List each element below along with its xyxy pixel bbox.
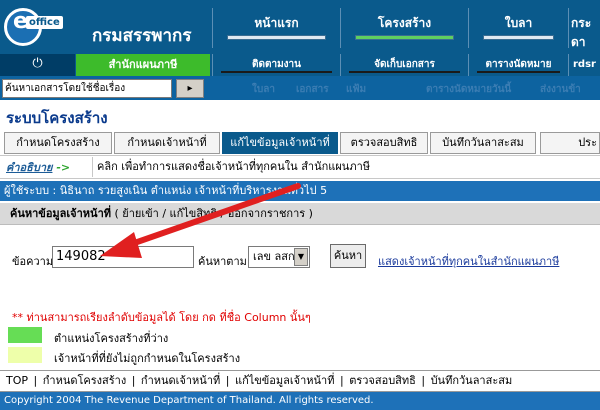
page-title: ระบบโครงสร้าง [6, 109, 108, 127]
nav-tab-label: หน้าแรก [254, 16, 299, 30]
subnav-item-label: จัดเก็บเอกสาร [374, 59, 435, 70]
tab-define-structure[interactable]: กำหนดโครงสร้าง [4, 132, 112, 154]
nav-tab-home[interactable]: หน้าแรก [212, 8, 340, 48]
subnav-underline [477, 71, 560, 73]
tab-edit-staff[interactable]: แก้ไขข้อมูลเจ้าหน้าที่ [222, 132, 338, 154]
nav-tab-indicator [483, 35, 554, 40]
subnav-item-tracking[interactable]: ติดตามงาน [212, 54, 340, 76]
nav-tab-leave[interactable]: ใบลา [468, 8, 568, 48]
logo-text: office [26, 16, 63, 29]
faint-link[interactable]: แฟ้ม [346, 82, 366, 97]
subnav-item-label: rdsr [573, 59, 596, 70]
tab-leave-record[interactable]: บันทึกวันลาสะสม [430, 132, 536, 154]
faint-link[interactable]: ใบลา [252, 82, 275, 97]
footer-link-rights[interactable]: ตรวจสอบสิทธิ [349, 374, 416, 387]
footer-link-staff[interactable]: กำหนดเจ้าหน้าที่ [141, 374, 220, 387]
footer-link-structure[interactable]: กำหนดโครงสร้าง [43, 374, 126, 387]
nav-tab-structure[interactable]: โครงสร้าง [340, 8, 468, 48]
footer-link-edit-staff[interactable]: แก้ไขข้อมูลเจ้าหน้าที่ [235, 374, 335, 387]
legend-swatch-unassigned [8, 347, 42, 363]
document-search-input[interactable]: ค้นหาเอกสารโดยใช้ชื่อเรื่อง [2, 79, 172, 98]
description-arrow: -> [56, 161, 71, 174]
tab-define-staff[interactable]: กำหนดเจ้าหน้าที่ [114, 132, 220, 154]
description-label-text: คำอธิบาย [6, 161, 53, 174]
footer-separator: | [225, 374, 230, 387]
subnav-item-label: ติดตามงาน [251, 59, 302, 70]
subnav-item-schedule[interactable]: ตารางนัดหมาย [468, 54, 568, 76]
power-icon[interactable]: ⏻ [0, 54, 75, 76]
nav-tab-board[interactable]: กระดา [568, 8, 600, 48]
subnav-item-documents[interactable]: จัดเก็บเอกสาร [340, 54, 468, 76]
subnav-item-rdsr[interactable]: rdsr [568, 54, 600, 76]
footer-separator: | [33, 374, 38, 387]
search-go-button[interactable]: ▸ [176, 79, 204, 98]
app-title: กรมสรรพากร [92, 26, 192, 46]
faint-link[interactable]: เอกสาร [296, 82, 329, 97]
eoffice-logo[interactable]: e office [0, 0, 75, 54]
nav-tab-indicator [227, 35, 326, 40]
footer-link-leave[interactable]: บันทึกวันลาสะสม [431, 374, 513, 387]
subnav-active-unit[interactable]: สำนักแผนภาษี [76, 54, 210, 76]
nav-tab-label: ใบลา [504, 16, 533, 30]
faint-link[interactable]: ส่งงานข้า [540, 82, 581, 97]
subnav-underline [221, 71, 332, 73]
sort-note: ** ท่านสามารถเรียงลำดับข้อมูลได้ โดย กด … [12, 311, 311, 324]
show-all-staff-link[interactable]: แสดงเจ้าหน้าที่ทุกคนในสำนักแผนภาษี [378, 252, 559, 270]
tab-more[interactable]: ประ [540, 132, 600, 154]
red-arrow-annotation [100, 183, 301, 258]
nav-tab-indicator [355, 35, 454, 40]
legend-swatch-vacant [8, 327, 42, 343]
nav-tab-label: โครงสร้าง [377, 16, 432, 30]
nav-tab-label: กระดา [571, 16, 592, 48]
footer-separator: | [421, 374, 426, 387]
copyright-bar: Copyright 2004 The Revenue Department of… [0, 392, 600, 410]
subnav-underline [349, 71, 460, 73]
tab-check-rights[interactable]: ตรวจสอบสิทธิ [340, 132, 428, 154]
subnav-item-label: ตารางนัดหมาย [485, 59, 552, 70]
footer-nav: TOP | กำหนดโครงสร้าง | กำหนดเจ้าหน้าที่ … [0, 370, 600, 392]
faint-link[interactable]: ตารางนัดหมายวันนี้ [426, 82, 511, 97]
footer-link-top[interactable]: TOP [6, 374, 28, 387]
text-field-label: ข้อความ [12, 255, 54, 268]
legend-text-vacant: ตำแหน่งโครงสร้างที่ว่าง [54, 332, 169, 345]
find-button[interactable]: ค้นหา [330, 244, 366, 268]
footer-separator: | [339, 374, 344, 387]
legend-text-unassigned: เจ้าหน้าที่ที่ยังไม่ถูกกำหนดในโครงสร้าง [54, 352, 241, 365]
description-label: คำอธิบาย -> [6, 159, 86, 177]
description-text: คลิก เพื่อทำการแสดงชื่อเจ้าหน้าที่ทุกคนใ… [92, 157, 600, 177]
footer-separator: | [131, 374, 136, 387]
